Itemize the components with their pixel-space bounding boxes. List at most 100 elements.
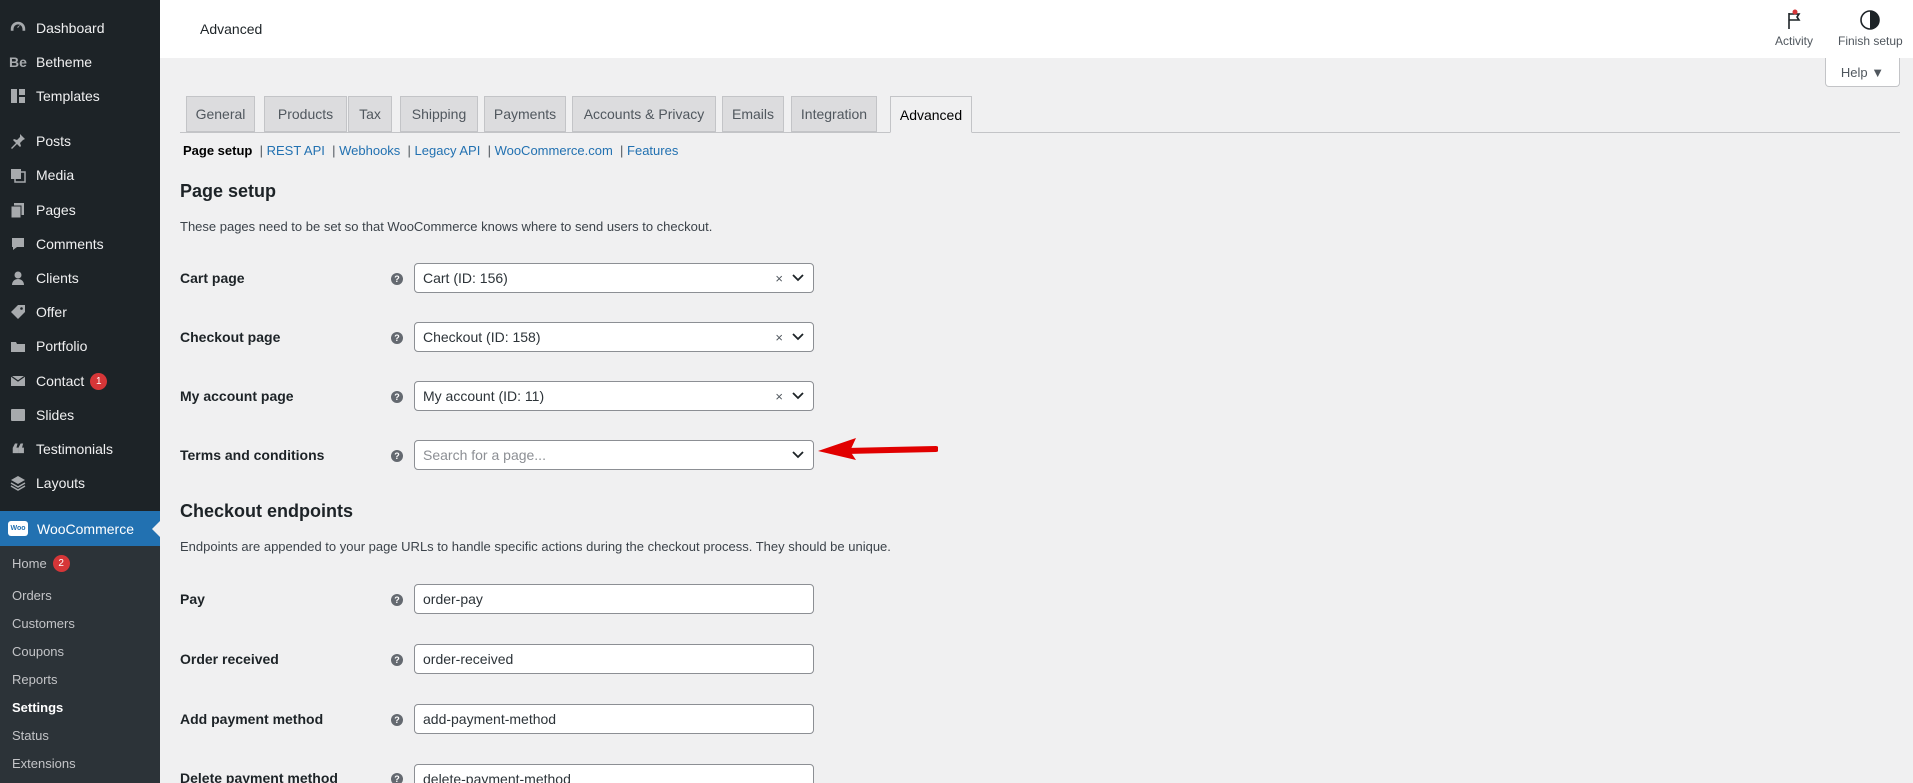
tab-general[interactable]: General: [186, 96, 255, 132]
sidebar-item-testimonials[interactable]: ❝ Testimonials: [0, 432, 160, 467]
tab-advanced[interactable]: Advanced: [890, 96, 972, 133]
terms-conditions-select[interactable]: Search for a page...: [414, 440, 814, 470]
sidebar-item-label: WooCommerce: [37, 520, 134, 537]
chevron-down-icon: [789, 392, 807, 400]
clear-icon[interactable]: ×: [775, 271, 783, 286]
help-tip-icon[interactable]: ?: [391, 450, 403, 462]
tab-products[interactable]: Products: [264, 96, 347, 132]
sidebar-item-comments[interactable]: Comments: [0, 227, 160, 261]
subsection-woocommerce-com[interactable]: WooCommerce.com: [495, 143, 613, 158]
progress-circle-icon: [1859, 8, 1881, 32]
my-account-page-label: My account page: [180, 388, 294, 404]
cart-page-label: Cart page: [180, 270, 245, 286]
slides-icon: [8, 405, 28, 425]
clients-icon: [8, 268, 28, 288]
notification-badge: 1: [90, 372, 108, 390]
sidebar-item-templates[interactable]: Templates: [0, 79, 160, 113]
page-setup-description: These pages need to be set so that WooCo…: [180, 219, 713, 234]
add-payment-method-endpoint-input[interactable]: add-payment-method: [414, 704, 814, 734]
tab-tax[interactable]: Tax: [348, 96, 392, 132]
sidebar-item-media[interactable]: Media: [0, 158, 160, 192]
help-tip-icon[interactable]: ?: [391, 714, 403, 726]
flag-icon: [1784, 8, 1804, 32]
checkout-page-select[interactable]: Checkout (ID: 158) ×: [414, 322, 814, 352]
sidebar-item-contact[interactable]: Contact 1: [0, 364, 160, 398]
order-received-endpoint-input[interactable]: order-received: [414, 644, 814, 674]
help-tip-icon[interactable]: ?: [391, 654, 403, 666]
sidebar-item-posts[interactable]: Posts: [0, 124, 160, 158]
sidebar-item-pages[interactable]: Pages: [0, 193, 160, 227]
activity-button[interactable]: Activity: [1775, 8, 1813, 48]
admin-sidebar: Dashboard Be Betheme Templates Posts Med…: [0, 0, 160, 783]
media-icon: [8, 165, 28, 185]
sidebar-item-label: Offer: [36, 304, 67, 320]
help-tip-icon[interactable]: ?: [391, 391, 403, 403]
my-account-page-select[interactable]: My account (ID: 11) ×: [414, 381, 814, 411]
sidebar-item-dashboard[interactable]: Dashboard: [0, 11, 160, 45]
chevron-down-icon: [789, 274, 807, 282]
help-tip-icon[interactable]: ?: [391, 273, 403, 285]
tab-payments[interactable]: Payments: [484, 96, 566, 132]
sidebar-item-slides[interactable]: Slides: [0, 398, 160, 432]
sidebar-item-label: Portfolio: [36, 338, 88, 354]
subsection-rest-api[interactable]: REST API: [267, 143, 325, 158]
pay-endpoint-label: Pay: [180, 591, 205, 607]
tab-accounts-privacy[interactable]: Accounts & Privacy: [572, 96, 716, 132]
sidebar-item-woocommerce[interactable]: Woo WooCommerce: [0, 511, 160, 546]
pages-icon: [8, 200, 28, 220]
page-title: Advanced: [200, 21, 263, 37]
submenu-item-customers[interactable]: Customers: [12, 616, 75, 631]
clear-icon[interactable]: ×: [775, 389, 783, 404]
order-received-endpoint-label: Order received: [180, 651, 279, 667]
red-arrow-annotation: [818, 438, 938, 460]
help-tip-icon[interactable]: ?: [391, 773, 403, 783]
pay-endpoint-input[interactable]: order-pay: [414, 584, 814, 614]
layouts-icon: [8, 473, 28, 493]
subsection-webhooks[interactable]: Webhooks: [339, 143, 400, 158]
dashboard-icon: [8, 18, 28, 38]
woocommerce-submenu: Home 2 Orders Customers Coupons Reports …: [0, 546, 160, 783]
sidebar-item-label: Contact: [36, 373, 85, 389]
sidebar-item-label: Layouts: [36, 475, 86, 491]
separator: |: [328, 143, 340, 158]
select-placeholder: Search for a page...: [423, 447, 546, 463]
submenu-item-home[interactable]: Home 2: [12, 555, 70, 572]
sidebar-item-label: Slides: [36, 407, 75, 423]
pin-icon: [8, 131, 28, 151]
checkout-endpoints-heading: Checkout endpoints: [180, 501, 354, 521]
finish-setup-label: Finish setup: [1838, 34, 1903, 48]
subsection-legacy-api[interactable]: Legacy API: [415, 143, 481, 158]
tab-integration[interactable]: Integration: [791, 96, 877, 132]
sidebar-item-betheme[interactable]: Be Betheme: [0, 45, 160, 79]
sidebar-item-portfolio[interactable]: Portfolio: [0, 329, 160, 363]
help-button[interactable]: Help ▼: [1825, 58, 1900, 87]
tab-shipping[interactable]: Shipping: [400, 96, 478, 132]
delete-payment-method-endpoint-input[interactable]: delete-payment-method: [414, 764, 814, 783]
subsection-features[interactable]: Features: [627, 143, 678, 158]
checkout-endpoints-description: Endpoints are appended to your page URLs…: [180, 539, 891, 554]
finish-setup-button[interactable]: Finish setup: [1838, 8, 1903, 48]
submenu-item-label: Orders: [12, 588, 52, 603]
chevron-down-icon: [789, 333, 807, 341]
activity-label: Activity: [1775, 34, 1814, 48]
submenu-item-label: Settings: [12, 700, 64, 715]
sidebar-item-label: Comments: [36, 236, 104, 252]
clear-icon[interactable]: ×: [775, 330, 783, 345]
cart-page-select[interactable]: Cart (ID: 156) ×: [414, 263, 814, 293]
submenu-item-reports[interactable]: Reports: [12, 672, 58, 687]
sidebar-item-clients[interactable]: Clients: [0, 261, 160, 295]
mail-icon: [8, 371, 28, 391]
submenu-item-status[interactable]: Status: [12, 728, 49, 743]
help-tip-icon[interactable]: ?: [391, 594, 403, 606]
subsection-page-setup: Page setup: [183, 143, 253, 158]
notification-badge: 2: [52, 555, 70, 572]
sidebar-item-offer[interactable]: Offer: [0, 295, 160, 329]
tab-emails[interactable]: Emails: [722, 96, 784, 132]
submenu-item-settings[interactable]: Settings: [12, 700, 63, 715]
selected-value: Checkout (ID: 158): [423, 329, 541, 345]
help-tip-icon[interactable]: ?: [391, 332, 403, 344]
sidebar-item-layouts[interactable]: Layouts: [0, 466, 160, 500]
submenu-item-orders[interactable]: Orders: [12, 588, 52, 603]
submenu-item-extensions[interactable]: Extensions: [12, 756, 76, 771]
submenu-item-coupons[interactable]: Coupons: [12, 644, 64, 659]
